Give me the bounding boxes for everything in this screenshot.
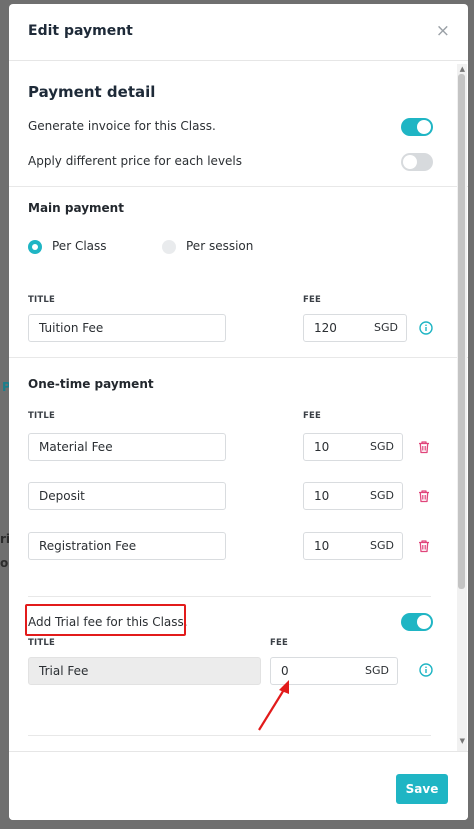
save-button[interactable]: Save bbox=[396, 774, 448, 804]
modal-header: Edit payment × bbox=[9, 4, 468, 61]
fee-column-header: FEE bbox=[270, 638, 289, 648]
scrollbar-thumb[interactable] bbox=[458, 74, 465, 589]
currency-label: SGD bbox=[370, 539, 394, 552]
deposit-amount-input[interactable]: 10 SGD bbox=[303, 482, 403, 510]
modal-footer: Save bbox=[9, 751, 468, 820]
registration-fee-title-input[interactable]: Registration Fee bbox=[28, 532, 226, 560]
material-fee-amount-input[interactable]: 10 SGD bbox=[303, 433, 403, 461]
generate-invoice-label: Generate invoice for this Class. bbox=[28, 119, 216, 133]
divider bbox=[9, 357, 468, 358]
info-icon[interactable] bbox=[419, 321, 433, 335]
currency-label: SGD bbox=[370, 440, 394, 453]
material-fee-title-input[interactable]: Material Fee bbox=[28, 433, 226, 461]
trial-label-highlight-box bbox=[25, 604, 186, 636]
per-class-label: Per Class bbox=[52, 239, 107, 253]
divider bbox=[28, 735, 431, 736]
generate-invoice-toggle[interactable] bbox=[401, 118, 433, 136]
one-time-payment-heading: One-time payment bbox=[28, 377, 154, 391]
trash-icon[interactable] bbox=[417, 440, 431, 454]
fee-value: 10 bbox=[314, 489, 330, 503]
registration-fee-amount-input[interactable]: 10 SGD bbox=[303, 532, 403, 560]
tuition-fee-input[interactable]: 120 SGD bbox=[303, 314, 407, 342]
per-session-label: Per session bbox=[186, 239, 254, 253]
trial-fee-toggle[interactable] bbox=[401, 613, 433, 631]
main-payment-heading: Main payment bbox=[28, 201, 124, 215]
annotation-arrow-icon bbox=[258, 680, 289, 731]
title-column-header: TITLE bbox=[28, 295, 55, 305]
divider bbox=[9, 186, 468, 187]
trial-title-input[interactable]: Trial Fee bbox=[28, 657, 261, 685]
trash-icon[interactable] bbox=[417, 539, 431, 553]
edit-payment-modal: Edit payment × Payment detail Generate i… bbox=[9, 4, 468, 820]
fee-value: 120 bbox=[314, 321, 337, 335]
tuition-title-input[interactable]: Tuition Fee bbox=[28, 314, 226, 342]
different-price-toggle[interactable] bbox=[401, 153, 433, 171]
modal-title: Edit payment bbox=[28, 23, 133, 39]
payment-detail-heading: Payment detail bbox=[28, 83, 156, 101]
deposit-title-input[interactable]: Deposit bbox=[28, 482, 226, 510]
fee-column-header: FEE bbox=[303, 411, 322, 421]
per-session-radio[interactable] bbox=[162, 240, 176, 254]
modal-body: Payment detail Generate invoice for this… bbox=[9, 61, 468, 751]
different-price-label: Apply different price for each levels bbox=[28, 154, 243, 168]
close-icon[interactable]: × bbox=[436, 21, 450, 41]
currency-label: SGD bbox=[365, 664, 389, 677]
fee-value: 10 bbox=[314, 539, 330, 553]
fee-column-header: FEE bbox=[303, 295, 322, 305]
scroll-up-icon[interactable]: ▲ bbox=[460, 65, 465, 73]
currency-label: SGD bbox=[374, 321, 398, 334]
scroll-down-icon[interactable]: ▼ bbox=[460, 737, 465, 745]
title-column-header: TITLE bbox=[28, 411, 55, 421]
divider bbox=[28, 596, 431, 597]
trash-icon[interactable] bbox=[417, 489, 431, 503]
currency-label: SGD bbox=[370, 489, 394, 502]
fee-value: 10 bbox=[314, 440, 330, 454]
per-class-radio[interactable] bbox=[28, 240, 42, 254]
title-column-header: TITLE bbox=[28, 638, 55, 648]
info-icon[interactable] bbox=[419, 663, 433, 677]
